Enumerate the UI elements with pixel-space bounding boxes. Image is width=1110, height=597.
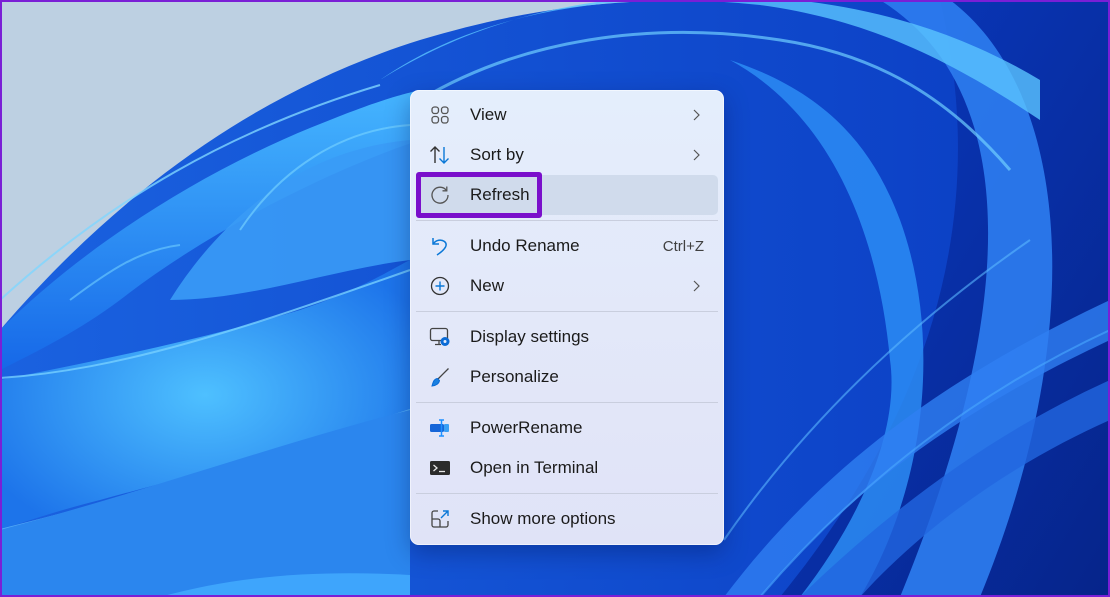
menu-item-label: New bbox=[470, 276, 505, 295]
menu-item-label: Display settings bbox=[470, 327, 590, 346]
menu-item-sort-by[interactable]: Sort by bbox=[416, 135, 718, 175]
menu-item-label: Sort by bbox=[470, 145, 524, 164]
menu-item-undo-rename[interactable]: Undo Rename Ctrl+Z bbox=[416, 226, 718, 266]
menu-item-label: Refresh bbox=[470, 185, 530, 204]
grid-view-icon bbox=[429, 104, 451, 126]
menu-item-label: Open in Terminal bbox=[470, 458, 599, 477]
sort-arrows-icon bbox=[429, 144, 451, 166]
menu-item-label: PowerRename bbox=[470, 418, 583, 437]
menu-item-show-more-options[interactable]: Show more options bbox=[416, 499, 718, 539]
menu-separator bbox=[416, 493, 718, 494]
powerrename-icon bbox=[429, 417, 451, 439]
desktop-context-menu: View Sort by Refresh Undo Rename Ctrl+Z bbox=[410, 90, 724, 545]
menu-separator bbox=[416, 402, 718, 403]
menu-item-display-settings[interactable]: Display settings bbox=[416, 317, 718, 357]
menu-item-label: View bbox=[470, 105, 507, 124]
shortcut-label: Ctrl+Z bbox=[662, 237, 704, 255]
refresh-icon bbox=[429, 184, 451, 206]
chevron-right-icon bbox=[691, 148, 701, 162]
menu-item-label: Show more options bbox=[470, 509, 616, 528]
add-circle-icon bbox=[429, 275, 451, 297]
chevron-right-icon bbox=[691, 279, 701, 293]
menu-item-label: Undo Rename bbox=[470, 236, 580, 255]
menu-item-view[interactable]: View bbox=[416, 95, 718, 135]
undo-icon bbox=[429, 235, 451, 257]
menu-separator bbox=[416, 220, 718, 221]
show-more-options-icon bbox=[429, 508, 451, 530]
menu-separator bbox=[416, 311, 718, 312]
menu-item-label: Personalize bbox=[470, 367, 559, 386]
terminal-icon bbox=[429, 457, 451, 479]
paintbrush-icon bbox=[429, 366, 451, 388]
menu-item-new[interactable]: New bbox=[416, 266, 718, 306]
menu-item-powerrename[interactable]: PowerRename bbox=[416, 408, 718, 448]
menu-item-open-in-terminal[interactable]: Open in Terminal bbox=[416, 448, 718, 488]
chevron-right-icon bbox=[691, 108, 701, 122]
menu-item-refresh[interactable]: Refresh bbox=[416, 175, 718, 215]
menu-item-personalize[interactable]: Personalize bbox=[416, 357, 718, 397]
display-settings-icon bbox=[429, 326, 451, 348]
